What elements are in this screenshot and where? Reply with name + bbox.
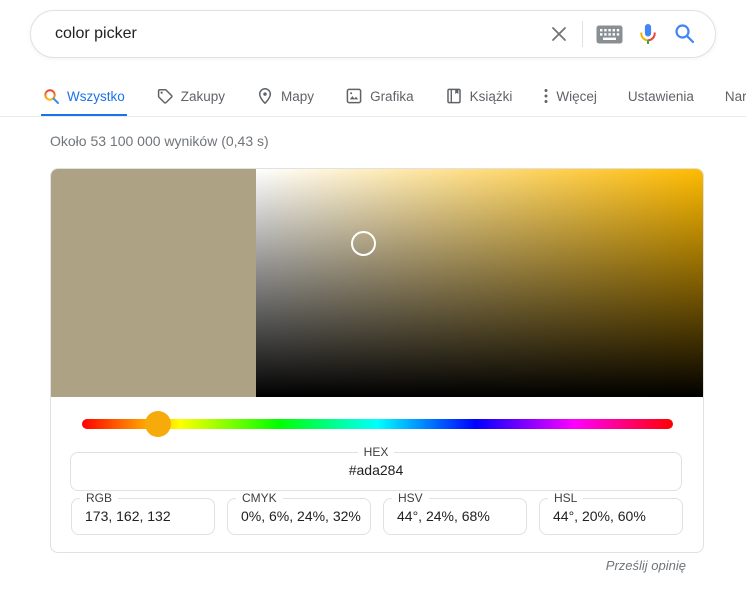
- search-icon: [43, 88, 60, 105]
- microphone-icon[interactable]: [636, 22, 660, 46]
- rgb-field[interactable]: RGB 173, 162, 132: [71, 491, 215, 535]
- send-feedback-link[interactable]: Prześlij opinię: [606, 558, 686, 573]
- search-bar: color picker: [30, 10, 716, 58]
- color-picker-widget: HEX #ada284 RGB 173, 162, 132 CMYK 0%, 6…: [50, 168, 704, 553]
- image-icon: [345, 87, 363, 105]
- search-submit-icon[interactable]: [673, 22, 697, 46]
- hex-label: HEX: [358, 445, 395, 459]
- hsv-field[interactable]: HSV 44°, 24%, 68%: [383, 491, 527, 535]
- result-stats: Około 53 100 000 wyników (0,43 s): [50, 133, 269, 149]
- search-input[interactable]: color picker: [55, 25, 549, 43]
- tab-label: Narzędzia: [725, 89, 746, 104]
- current-color-swatch: [51, 169, 256, 397]
- hex-field[interactable]: HEX #ada284: [70, 445, 682, 491]
- tab-label: Wszystko: [67, 89, 125, 104]
- hue-slider-handle[interactable]: [145, 411, 171, 437]
- tab-narzedzia[interactable]: Narzędzia: [723, 78, 746, 117]
- rgb-label: RGB: [80, 491, 118, 505]
- tab-mapy[interactable]: Mapy: [254, 78, 316, 117]
- hsl-label: HSL: [548, 491, 583, 505]
- keyboard-icon[interactable]: [596, 25, 623, 44]
- more-vert-icon: [543, 88, 549, 104]
- hsl-field[interactable]: HSL 44°, 20%, 60%: [539, 491, 683, 535]
- tab-label: Mapy: [281, 89, 314, 104]
- tab-label: Książki: [470, 89, 513, 104]
- tab-ustawienia[interactable]: Ustawienia: [626, 78, 696, 117]
- search-bar-divider: [582, 21, 583, 47]
- hex-value[interactable]: #ada284: [71, 459, 681, 478]
- color-fields-row: RGB 173, 162, 132 CMYK 0%, 6%, 24%, 32% …: [71, 491, 683, 535]
- pin-icon: [256, 87, 274, 105]
- cmyk-label: CMYK: [236, 491, 283, 505]
- hsl-value[interactable]: 44°, 20%, 60%: [540, 505, 682, 524]
- tab-zakupy[interactable]: Zakupy: [154, 78, 227, 117]
- tab-label: Zakupy: [181, 89, 225, 104]
- tab-wszystko[interactable]: Wszystko: [41, 78, 127, 117]
- tag-icon: [156, 87, 174, 105]
- hsv-label: HSV: [392, 491, 429, 505]
- header-divider: [0, 116, 746, 117]
- tab-grafika[interactable]: Grafika: [343, 78, 416, 117]
- rgb-value[interactable]: 173, 162, 132: [72, 505, 214, 524]
- tab-label: Więcej: [556, 89, 597, 104]
- clear-icon[interactable]: [549, 24, 569, 44]
- tab-label: Grafika: [370, 89, 414, 104]
- cmyk-value[interactable]: 0%, 6%, 24%, 32%: [228, 505, 370, 524]
- tab-label: Ustawienia: [628, 89, 694, 104]
- hsv-value[interactable]: 44°, 24%, 68%: [384, 505, 526, 524]
- tab-ksiazki[interactable]: Książki: [443, 78, 515, 117]
- picker-top: [51, 169, 703, 397]
- tab-wiecej[interactable]: Więcej: [541, 78, 599, 117]
- google-results-page: color picker: [0, 0, 746, 599]
- book-icon: [445, 87, 463, 105]
- saturation-value-area[interactable]: [256, 169, 703, 397]
- color-selector-ring[interactable]: [351, 231, 376, 256]
- results-tabs: Wszystko Zakupy Mapy: [41, 78, 746, 117]
- cmyk-field[interactable]: CMYK 0%, 6%, 24%, 32%: [227, 491, 371, 535]
